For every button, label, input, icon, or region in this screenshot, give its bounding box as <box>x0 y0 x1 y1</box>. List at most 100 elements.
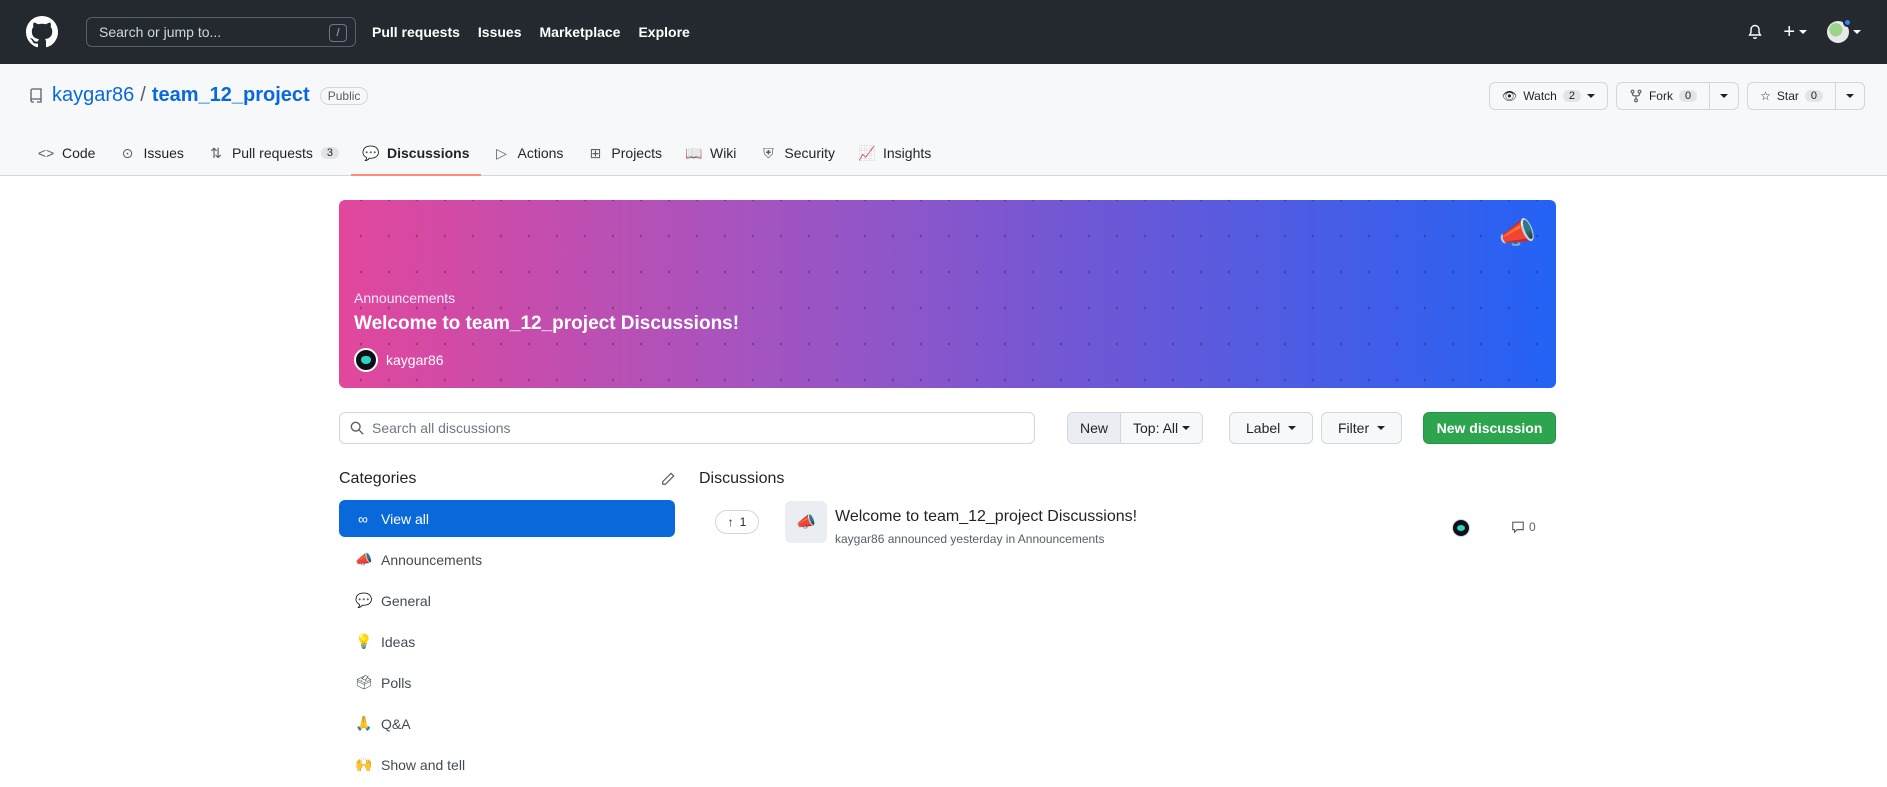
tab-label: Actions <box>517 145 564 161</box>
banner-title[interactable]: Welcome to team_12_project Discussions! <box>354 313 739 335</box>
tab-pull-requests[interactable]: ⇅ Pull requests 3 <box>196 130 351 176</box>
fork-button[interactable]: Fork 0 <box>1617 83 1711 109</box>
search-icon <box>350 421 364 435</box>
eye-icon: 👁 <box>1502 89 1518 103</box>
tab-security[interactable]: ⛨ Security <box>748 130 847 176</box>
category-general[interactable]: 💬 General <box>339 582 675 619</box>
search-shortcut-key: / <box>329 24 347 42</box>
category-announcements[interactable]: 📣 Announcements <box>339 541 675 578</box>
watch-button[interactable]: 👁 Watch 2 <box>1490 83 1607 109</box>
ballot-box-icon: 🗳 <box>355 674 373 690</box>
repo-owner-link[interactable]: kaygar86 <box>52 84 134 107</box>
star-button[interactable]: ☆ Star 0 <box>1748 83 1836 109</box>
status-dot-icon <box>1843 18 1852 27</box>
fork-dropdown-button[interactable] <box>1710 83 1738 109</box>
category-label: General <box>381 592 431 609</box>
category-label: Ideas <box>381 633 416 650</box>
vote-count: 1 <box>739 515 747 529</box>
repo-title: kaygar86 / team_12_project Public <box>28 84 369 107</box>
sort-new-button[interactable]: New <box>1068 413 1122 443</box>
tab-insights[interactable]: 📈 Insights <box>847 130 943 176</box>
tab-wiki[interactable]: 📖 Wiki <box>674 130 748 176</box>
tab-label: Issues <box>143 145 184 161</box>
github-logo-icon[interactable] <box>26 16 58 48</box>
tab-discussions[interactable]: 💬 Discussions <box>351 130 482 176</box>
category-label: Polls <box>381 674 412 691</box>
chevron-down-icon <box>1377 426 1386 430</box>
category-label: Q&A <box>381 715 411 732</box>
star-icon: ☆ <box>1760 89 1771 103</box>
bell-icon[interactable] <box>1747 24 1763 40</box>
discussions-icon: 💬 <box>362 144 380 161</box>
nav-issues[interactable]: Issues <box>478 24 522 40</box>
category-view-all[interactable]: ∞ View all <box>339 500 675 537</box>
pencil-icon[interactable] <box>661 472 675 486</box>
discussion-title[interactable]: Welcome to team_12_project Discussions! <box>835 508 1137 526</box>
discussions-heading: Discussions <box>699 470 785 487</box>
watch-count: 2 <box>1562 90 1581 102</box>
banner-author[interactable]: kaygar86 <box>354 348 444 372</box>
global-search-input[interactable]: Search or jump to... / <box>86 17 356 47</box>
banner-category[interactable]: Announcements <box>354 290 455 306</box>
lightbulb-icon: 💡 <box>355 633 373 649</box>
nav-marketplace[interactable]: Marketplace <box>540 24 621 40</box>
upvote-button[interactable]: ↑ 1 <box>715 510 759 534</box>
tab-label: Code <box>62 145 96 161</box>
tab-label: Discussions <box>387 145 470 161</box>
star-label: Star <box>1776 89 1799 103</box>
fork-label: Fork <box>1648 89 1673 103</box>
repo-name-link[interactable]: team_12_project <box>152 84 310 107</box>
comment-icon <box>1512 521 1524 534</box>
list-item[interactable]: ↑ 1 📣 Welcome to team_12_project Discuss… <box>699 500 1556 546</box>
speech-bubble-icon: 💬 <box>355 592 373 608</box>
nav-explore[interactable]: Explore <box>638 24 689 40</box>
tab-code[interactable]: <> Code <box>26 130 107 176</box>
shield-icon: ⛨ <box>763 144 774 161</box>
discussions-search-input[interactable]: Search all discussions <box>339 412 1035 444</box>
sort-top-button[interactable]: Top: All <box>1121 413 1203 443</box>
tab-label: Projects <box>611 145 662 161</box>
infinity-icon: ∞ <box>358 510 368 527</box>
sort-top-label: Top: All <box>1133 420 1179 436</box>
categories-header: Categories <box>339 470 675 488</box>
discussions-search-placeholder: Search all discussions <box>372 420 511 436</box>
banner-author-name: kaygar86 <box>386 352 444 368</box>
issue-icon: ⊙ <box>121 144 134 161</box>
filter-button[interactable]: Filter <box>1321 412 1403 444</box>
category-label: View all <box>381 510 429 527</box>
raising-hands-icon: 🙌 <box>355 756 373 772</box>
megaphone-icon: 📣 <box>785 501 827 543</box>
create-new-button[interactable]: + <box>1783 21 1807 44</box>
book-icon: 📖 <box>685 144 703 161</box>
category-q-and-a[interactable]: 🙏 Q&A <box>339 705 675 742</box>
tab-issues[interactable]: ⊙ Issues <box>107 130 195 176</box>
watch-button-group: 👁 Watch 2 <box>1489 82 1608 110</box>
avatar[interactable] <box>1452 519 1470 537</box>
label-filter-button[interactable]: Label <box>1229 412 1314 444</box>
category-show-and-tell[interactable]: 🙌 Show and tell <box>339 746 675 783</box>
table-icon: ⊞ <box>589 144 602 161</box>
user-menu-button[interactable] <box>1827 18 1861 43</box>
announcement-banner[interactable]: Announcements Welcome to team_12_project… <box>339 200 1556 388</box>
new-discussion-button[interactable]: New discussion <box>1423 412 1556 444</box>
pull-requests-count: 3 <box>320 147 339 159</box>
tab-label: Security <box>784 145 835 161</box>
tab-actions[interactable]: ▷ Actions <box>481 130 575 176</box>
comment-count[interactable]: 0 <box>1511 520 1536 534</box>
category-polls[interactable]: 🗳 Polls <box>339 664 675 701</box>
fork-icon <box>1630 89 1642 103</box>
star-count: 0 <box>1804 90 1823 102</box>
repo-path-separator: / <box>140 84 146 106</box>
categories-heading: Categories <box>339 470 417 487</box>
star-dropdown-button[interactable] <box>1836 83 1864 109</box>
watch-label: Watch <box>1523 89 1557 103</box>
category-label: Announcements <box>381 551 483 568</box>
category-ideas[interactable]: 💡 Ideas <box>339 623 675 660</box>
category-label: Show and tell <box>381 756 466 773</box>
repo-tabs: <> Code ⊙ Issues ⇅ Pull requests 3 💬 Discussi… <box>26 130 943 176</box>
tab-projects[interactable]: ⊞ Projects <box>575 130 674 176</box>
nav-pull-requests[interactable]: Pull requests <box>372 24 460 40</box>
filter-label: Filter <box>1338 420 1370 436</box>
fork-count: 0 <box>1678 90 1698 102</box>
chevron-down-icon <box>1853 30 1861 34</box>
